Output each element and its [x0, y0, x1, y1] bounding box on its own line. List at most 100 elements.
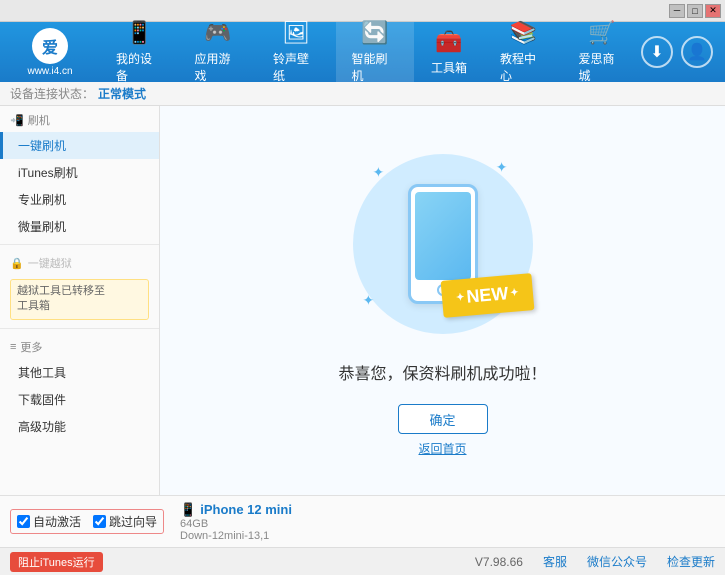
smart-flash-label: 智能刷机	[352, 50, 399, 84]
main-area: 📲 刷机 一键刷机 iTunes刷机 专业刷机 微量刷机 🔒 一键越狱 越狱工具…	[0, 106, 725, 495]
itunes-flash-label: iTunes刷机	[18, 166, 78, 180]
status-value: 正常模式	[98, 85, 146, 102]
nav-tools[interactable]: 🧰 工具箱	[414, 22, 484, 82]
logo-text: www.i4.cn	[27, 66, 72, 77]
device-info: 📱 iPhone 12 mini 64GB Down-12mini-13,1	[180, 502, 292, 542]
nav-right: ⬇ 👤	[641, 36, 725, 68]
apps-label: 应用游戏	[195, 50, 242, 84]
jailbreak-notice: 越狱工具已转移至工具箱	[10, 279, 149, 320]
customer-service-link[interactable]: 客服	[543, 553, 567, 570]
download-button[interactable]: ⬇	[641, 36, 673, 68]
phone-screen	[415, 192, 471, 280]
divider-2	[0, 328, 159, 329]
skip-wizard-label: 跳过向导	[109, 513, 157, 530]
one-key-flash-label: 一键刷机	[18, 139, 66, 153]
smart-flash-icon: 🔄	[361, 20, 388, 46]
stop-itunes-button[interactable]: 阻止iTunes运行	[10, 552, 103, 572]
flash-icon: 📲	[10, 114, 24, 127]
sidebar-item-advanced[interactable]: 高级功能	[0, 413, 159, 440]
sidebar-item-download-firmware[interactable]: 下载固件	[0, 386, 159, 413]
skip-wizard-input[interactable]	[93, 515, 106, 528]
my-device-label: 我的设备	[116, 50, 163, 84]
divider-1	[0, 244, 159, 245]
sidebar: 📲 刷机 一键刷机 iTunes刷机 专业刷机 微量刷机 🔒 一键越狱 越狱工具…	[0, 106, 160, 495]
flash-header-label: 刷机	[28, 112, 50, 128]
advanced-label: 高级功能	[18, 420, 66, 434]
device-model: Down-12mini-13,1	[180, 530, 292, 542]
tools-icon: 🧰	[435, 29, 462, 55]
ribbon: NEW	[440, 273, 534, 318]
apps-icon: 🎮	[204, 20, 231, 46]
nav-wallpaper[interactable]: 🖼 铃声壁纸	[257, 22, 336, 82]
my-device-icon: 📱	[126, 20, 153, 46]
check-update-link[interactable]: 检查更新	[667, 553, 715, 570]
sidebar-item-micro-flash[interactable]: 微量刷机	[0, 213, 159, 240]
version-text: V7.98.66	[475, 555, 523, 569]
footer-left: 阻止iTunes运行	[10, 552, 103, 572]
device-name-text: iPhone 12 mini	[200, 502, 292, 517]
bottom-area: 自动激活 跳过向导 📱 iPhone 12 mini 64GB Down-12m…	[0, 495, 725, 547]
status-label: 设备连接状态：	[10, 85, 94, 102]
other-tools-label: 其他工具	[18, 366, 66, 380]
flash-section-header: 📲 刷机	[0, 106, 159, 132]
title-bar: － □ ✕	[0, 0, 725, 22]
sidebar-item-one-key-flash[interactable]: 一键刷机	[0, 132, 159, 159]
success-message: 恭喜您，保资料刷机成功啦！	[338, 360, 546, 384]
sidebar-item-itunes-flash[interactable]: iTunes刷机	[0, 159, 159, 186]
minimize-button[interactable]: －	[669, 4, 685, 18]
jailbreak-header-label: 一键越狱	[28, 255, 72, 271]
logo-icon: 爱	[32, 28, 68, 64]
return-link[interactable]: 返回首页	[418, 440, 466, 457]
sidebar-item-pro-flash[interactable]: 专业刷机	[0, 186, 159, 213]
device-icon: 📱	[180, 502, 196, 518]
user-button[interactable]: 👤	[681, 36, 713, 68]
maximize-button[interactable]: □	[687, 4, 703, 18]
tutorials-icon: 📚	[510, 20, 537, 46]
wallpaper-icon: 🖼	[282, 20, 310, 46]
window-controls: － □ ✕	[669, 4, 721, 18]
nav-items: 📱 我的设备 🎮 应用游戏 🖼 铃声壁纸 🔄 智能刷机 🧰 工具箱 📚 教程中心…	[100, 22, 641, 82]
nav-tutorials[interactable]: 📚 教程中心	[484, 22, 563, 82]
logo-area: 爱 www.i4.cn	[0, 24, 100, 81]
tutorials-label: 教程中心	[500, 50, 547, 84]
shop-icon: 🛒	[588, 20, 615, 46]
auto-activate-label: 自动激活	[33, 513, 81, 530]
sparkle-icon-1: ✦	[373, 164, 385, 181]
device-storage: 64GB	[180, 518, 292, 530]
wechat-link[interactable]: 微信公众号	[587, 553, 647, 570]
tools-label: 工具箱	[431, 59, 467, 76]
nav-shop[interactable]: 🛒 爱思商城	[563, 22, 642, 82]
checkbox-group: 自动激活 跳过向导	[10, 509, 164, 534]
jailbreak-notice-text: 越狱工具已转移至工具箱	[17, 285, 105, 312]
skip-wizard-checkbox[interactable]: 跳过向导	[93, 513, 157, 530]
wallpaper-label: 铃声壁纸	[273, 50, 320, 84]
more-header-label: 更多	[20, 339, 42, 355]
sparkle-icon-2: ✦	[496, 159, 508, 176]
confirm-button[interactable]: 确定	[398, 404, 488, 434]
sidebar-item-other-tools[interactable]: 其他工具	[0, 359, 159, 386]
new-badge: NEW	[442, 277, 533, 314]
footer-right: V7.98.66 客服 微信公众号 检查更新	[475, 553, 715, 570]
phone-illustration: ✦ ✦ ✦ NEW	[343, 144, 543, 344]
auto-activate-checkbox[interactable]: 自动激活	[17, 513, 81, 530]
jailbreak-section-header: 🔒 一键越狱	[0, 249, 159, 275]
content-area: ✦ ✦ ✦ NEW 恭喜您，保资料刷机成功啦！ 确定 返回首页	[160, 106, 725, 495]
more-section-header: ≡ 更多	[0, 333, 159, 359]
sparkle-icon-3: ✦	[363, 292, 375, 309]
pro-flash-label: 专业刷机	[18, 193, 66, 207]
nav-smart-flash[interactable]: 🔄 智能刷机	[336, 22, 415, 82]
nav-apps[interactable]: 🎮 应用游戏	[179, 22, 258, 82]
status-bar: 设备连接状态： 正常模式	[0, 82, 725, 106]
auto-activate-input[interactable]	[17, 515, 30, 528]
nav-bar: 爱 www.i4.cn 📱 我的设备 🎮 应用游戏 🖼 铃声壁纸 🔄 智能刷机 …	[0, 22, 725, 82]
download-firmware-label: 下载固件	[18, 393, 66, 407]
footer: 阻止iTunes运行 V7.98.66 客服 微信公众号 检查更新	[0, 547, 725, 575]
nav-my-device[interactable]: 📱 我的设备	[100, 22, 179, 82]
micro-flash-label: 微量刷机	[18, 220, 66, 234]
lock-icon: 🔒	[10, 257, 24, 270]
new-badge-text: NEW	[465, 283, 509, 308]
more-icon: ≡	[10, 341, 16, 353]
shop-label: 爱思商城	[579, 50, 626, 84]
close-button[interactable]: ✕	[705, 4, 721, 18]
device-name: 📱 iPhone 12 mini	[180, 502, 292, 518]
